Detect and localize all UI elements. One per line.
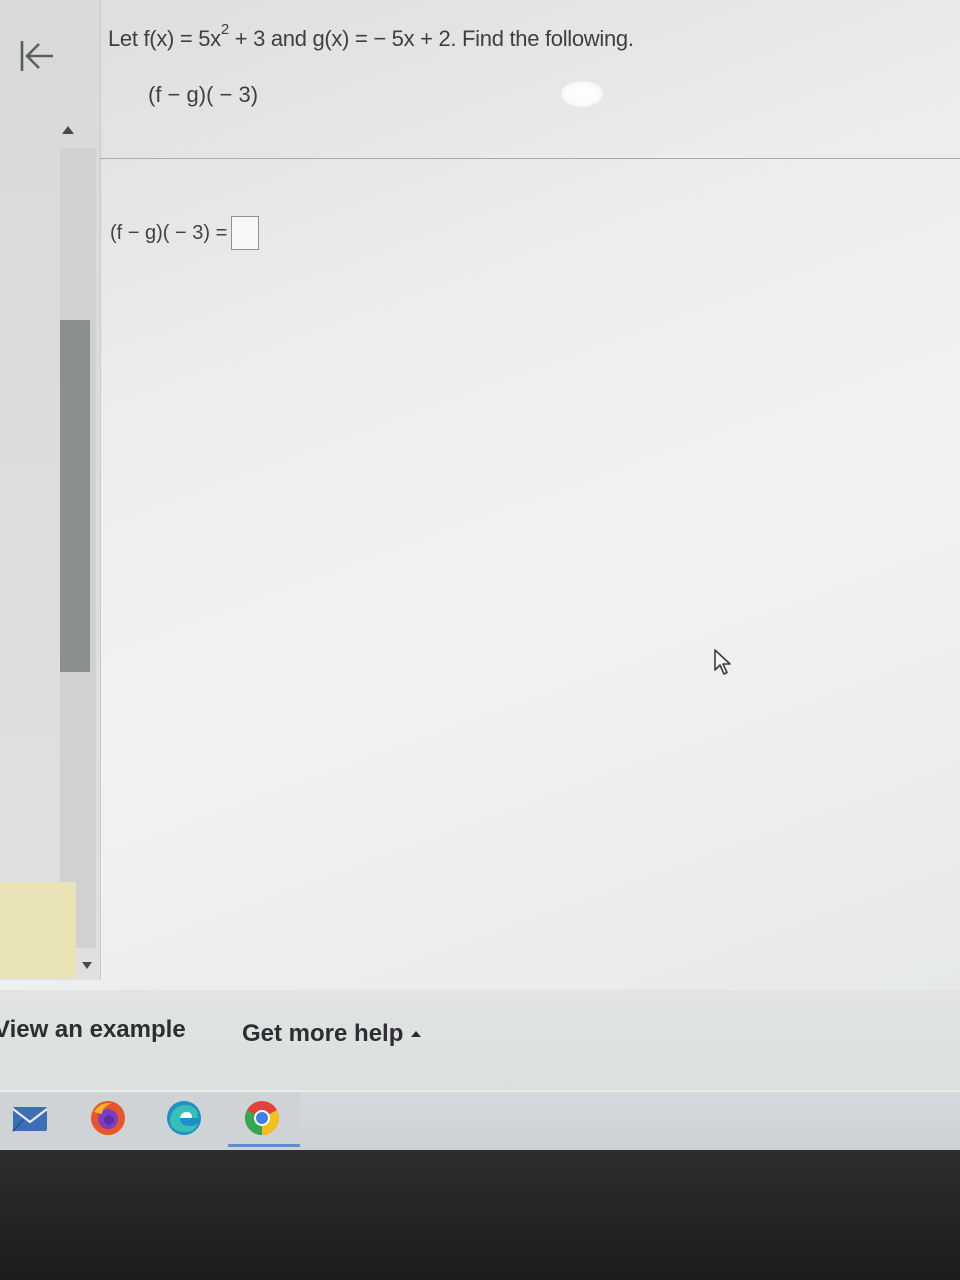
taskbar-empty-area xyxy=(300,1092,960,1152)
chrome-app-button[interactable] xyxy=(242,1098,282,1138)
mail-app-button[interactable] xyxy=(10,1098,50,1138)
problem-expression: (f − g)( − 3) xyxy=(148,82,259,107)
divider xyxy=(100,158,960,159)
back-to-start-button[interactable] xyxy=(14,34,60,78)
mail-icon xyxy=(12,1107,48,1132)
get-more-help-button[interactable]: Get more help xyxy=(242,1020,422,1048)
screen xyxy=(0,0,960,990)
answer-row: (f − g)( − 3) = xyxy=(110,216,260,250)
mouse-pointer-icon xyxy=(714,649,731,675)
monitor-bezel xyxy=(0,1150,960,1280)
active-app-indicator xyxy=(228,1144,300,1147)
screen-glare xyxy=(561,81,603,107)
sidebar-highlight xyxy=(0,882,76,978)
first-page-icon xyxy=(20,41,53,71)
scroll-up-arrow-icon[interactable] xyxy=(62,126,74,134)
get-more-help-label: Get more help xyxy=(242,1020,404,1047)
firefox-icon xyxy=(91,1101,125,1135)
problem-statement: Let f(x) = 5x2 + 3 and g(x) = − 5x + 2. … xyxy=(108,22,634,52)
answer-input[interactable] xyxy=(231,216,260,250)
problem-suffix: + 3 and g(x) = − 5x + 2. Find the follow… xyxy=(228,26,634,51)
scroll-thumb[interactable] xyxy=(60,320,90,672)
view-example-link[interactable]: View an example xyxy=(0,1016,186,1044)
answer-label: (f − g)( − 3) = xyxy=(110,221,228,244)
problem-exponent: 2 xyxy=(220,21,229,38)
scrollbar[interactable] xyxy=(54,120,96,980)
firefox-app-button[interactable] xyxy=(88,1098,128,1138)
edge-app-button[interactable] xyxy=(164,1098,204,1138)
problem-prefix: Let f(x) = 5x xyxy=(108,26,221,51)
chrome-icon xyxy=(245,1101,279,1135)
scroll-down-arrow-icon[interactable] xyxy=(82,962,92,969)
caret-up-icon xyxy=(411,1031,422,1037)
edge-icon xyxy=(167,1101,201,1135)
